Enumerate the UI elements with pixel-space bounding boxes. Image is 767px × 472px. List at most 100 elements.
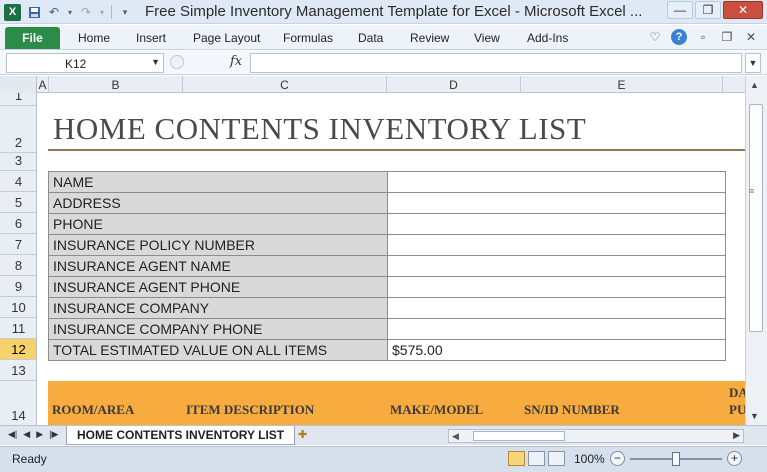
table-row: PHONE [48, 213, 726, 235]
zoom-out-icon[interactable]: − [610, 451, 625, 466]
last-sheet-icon[interactable]: |▶ [49, 429, 58, 440]
vertical-scroll-thumb[interactable] [749, 104, 763, 332]
row-header-1[interactable]: 1 [0, 93, 36, 106]
info-label-cell[interactable]: INSURANCE COMPANY PHONE [48, 318, 388, 340]
row-header-6[interactable]: 6 [0, 213, 36, 234]
restore-button[interactable]: ❐ [695, 1, 721, 19]
header-make-model[interactable]: MAKE/MODEL [390, 402, 483, 418]
save-icon[interactable] [27, 5, 41, 19]
row-header-12[interactable]: 12 [0, 339, 36, 360]
column-header-c[interactable]: C [183, 76, 387, 93]
tab-insert[interactable]: Insert [136, 31, 166, 45]
window-restore-icon[interactable]: ❐ [719, 29, 735, 45]
expand-formula-bar-icon[interactable]: ▼ [745, 53, 761, 73]
column-header-d[interactable]: D [387, 76, 521, 93]
undo-dropdown-icon[interactable]: ▾ [67, 5, 73, 19]
row-header-13[interactable]: 13 [0, 360, 36, 381]
customize-qat-icon[interactable]: ▾ [118, 5, 132, 19]
tab-data[interactable]: Data [358, 31, 383, 45]
info-label-cell[interactable]: NAME [48, 171, 388, 193]
header-cut-top[interactable]: DA [729, 385, 745, 401]
formula-input[interactable] [250, 53, 742, 73]
help-icon[interactable]: ? [671, 29, 687, 45]
worksheet-grid[interactable]: HOME CONTENTS INVENTORY LIST NAME ADDRES… [37, 93, 745, 425]
insert-sheet-icon[interactable]: ✚ [298, 428, 316, 443]
column-header-f[interactable] [723, 76, 745, 93]
tab-file[interactable]: File [5, 27, 60, 49]
excel-app-icon[interactable]: X [4, 3, 21, 21]
first-sheet-icon[interactable]: ◀| [8, 429, 17, 440]
tab-page-layout[interactable]: Page Layout [193, 31, 260, 45]
row-header-7[interactable]: 7 [0, 234, 36, 255]
minimize-ribbon-icon[interactable]: ♡ [647, 29, 663, 45]
tab-formulas[interactable]: Formulas [283, 31, 333, 45]
info-label-cell[interactable]: INSURANCE POLICY NUMBER [48, 234, 388, 256]
row-header-11[interactable]: 11 [0, 318, 36, 339]
zoom-level[interactable]: 100% [574, 452, 605, 466]
scroll-down-icon[interactable]: ▼ [750, 411, 759, 421]
info-value-cell[interactable] [387, 171, 726, 193]
scroll-left-icon[interactable]: ◀ [452, 431, 459, 442]
tab-home[interactable]: Home [78, 31, 110, 45]
column-header-b[interactable]: B [49, 76, 183, 93]
table-row: INSURANCE COMPANY [48, 297, 726, 319]
info-value-cell[interactable] [387, 213, 726, 235]
window-minimize-icon[interactable]: ▫ [695, 29, 711, 45]
row-header-4[interactable]: 4 [0, 171, 36, 192]
zoom-slider-knob[interactable] [672, 452, 680, 466]
vertical-scrollbar[interactable]: ▲ ≡ ▼ [745, 76, 767, 425]
zoom-in-icon[interactable]: + [727, 451, 742, 466]
info-label-cell[interactable]: INSURANCE AGENT PHONE [48, 276, 388, 298]
info-value-cell[interactable] [387, 297, 726, 319]
tab-review[interactable]: Review [410, 31, 449, 45]
info-label-cell[interactable]: TOTAL ESTIMATED VALUE ON ALL ITEMS [48, 339, 388, 361]
total-value-cell[interactable]: $575.00 [387, 339, 726, 361]
row-header-3[interactable]: 3 [0, 153, 36, 171]
horizontal-scrollbar[interactable]: ◀ ▶ [448, 429, 744, 443]
select-all-corner[interactable] [0, 76, 37, 93]
tab-add-ins[interactable]: Add-Ins [527, 31, 568, 45]
info-label-cell[interactable]: INSURANCE AGENT NAME [48, 255, 388, 277]
row-header-10[interactable]: 10 [0, 297, 36, 318]
header-cut-bottom[interactable]: PU [729, 402, 745, 418]
inventory-title[interactable]: HOME CONTENTS INVENTORY LIST [53, 111, 586, 147]
prev-sheet-icon[interactable]: ◀ [23, 429, 30, 440]
row-header-2[interactable]: 2 [0, 106, 36, 153]
next-sheet-icon[interactable]: ▶ [36, 429, 43, 440]
row-header-14[interactable]: 14 [0, 381, 36, 425]
header-item-description[interactable]: ITEM DESCRIPTION [186, 402, 314, 418]
redo-icon[interactable]: ↷ [79, 5, 93, 19]
row-header-9[interactable]: 9 [0, 276, 36, 297]
header-room-area[interactable]: ROOM/AREA [52, 402, 134, 418]
insert-function-icon[interactable]: fx [230, 54, 242, 69]
info-value-cell[interactable] [387, 255, 726, 277]
tab-view[interactable]: View [474, 31, 500, 45]
horizontal-scroll-thumb[interactable] [473, 431, 565, 441]
info-value-cell[interactable] [387, 234, 726, 256]
row-header-5[interactable]: 5 [0, 192, 36, 213]
info-value-cell[interactable] [387, 192, 726, 214]
close-button[interactable]: ✕ [723, 1, 763, 19]
scroll-right-icon[interactable]: ▶ [733, 430, 740, 441]
row-header-8[interactable]: 8 [0, 255, 36, 276]
page-layout-view-icon[interactable] [528, 451, 545, 466]
info-label-cell[interactable]: INSURANCE COMPANY [48, 297, 388, 319]
column-header-e[interactable]: E [521, 76, 723, 93]
sheet-tab-home-contents[interactable]: HOME CONTENTS INVENTORY LIST [66, 426, 296, 445]
info-value-cell[interactable] [387, 276, 726, 298]
info-value-cell[interactable] [387, 318, 726, 340]
minimize-button[interactable]: — [667, 1, 693, 19]
window-close-icon[interactable]: ✕ [743, 29, 759, 45]
column-header-a[interactable]: A [37, 76, 49, 93]
header-sn-id-number[interactable]: SN/ID NUMBER [524, 402, 620, 418]
page-break-view-icon[interactable] [548, 451, 565, 466]
info-label-cell[interactable]: PHONE [48, 213, 388, 235]
name-box[interactable]: K12 ▼ [6, 53, 164, 73]
scroll-up-icon[interactable]: ▲ [750, 80, 759, 90]
formula-bar-resize-handle[interactable] [170, 55, 184, 69]
info-label-cell[interactable]: ADDRESS [48, 192, 388, 214]
undo-icon[interactable]: ↶ [47, 5, 61, 19]
normal-view-icon[interactable] [508, 451, 525, 466]
name-box-dropdown-icon[interactable]: ▼ [151, 57, 160, 67]
redo-dropdown-icon[interactable]: ▾ [99, 5, 105, 19]
